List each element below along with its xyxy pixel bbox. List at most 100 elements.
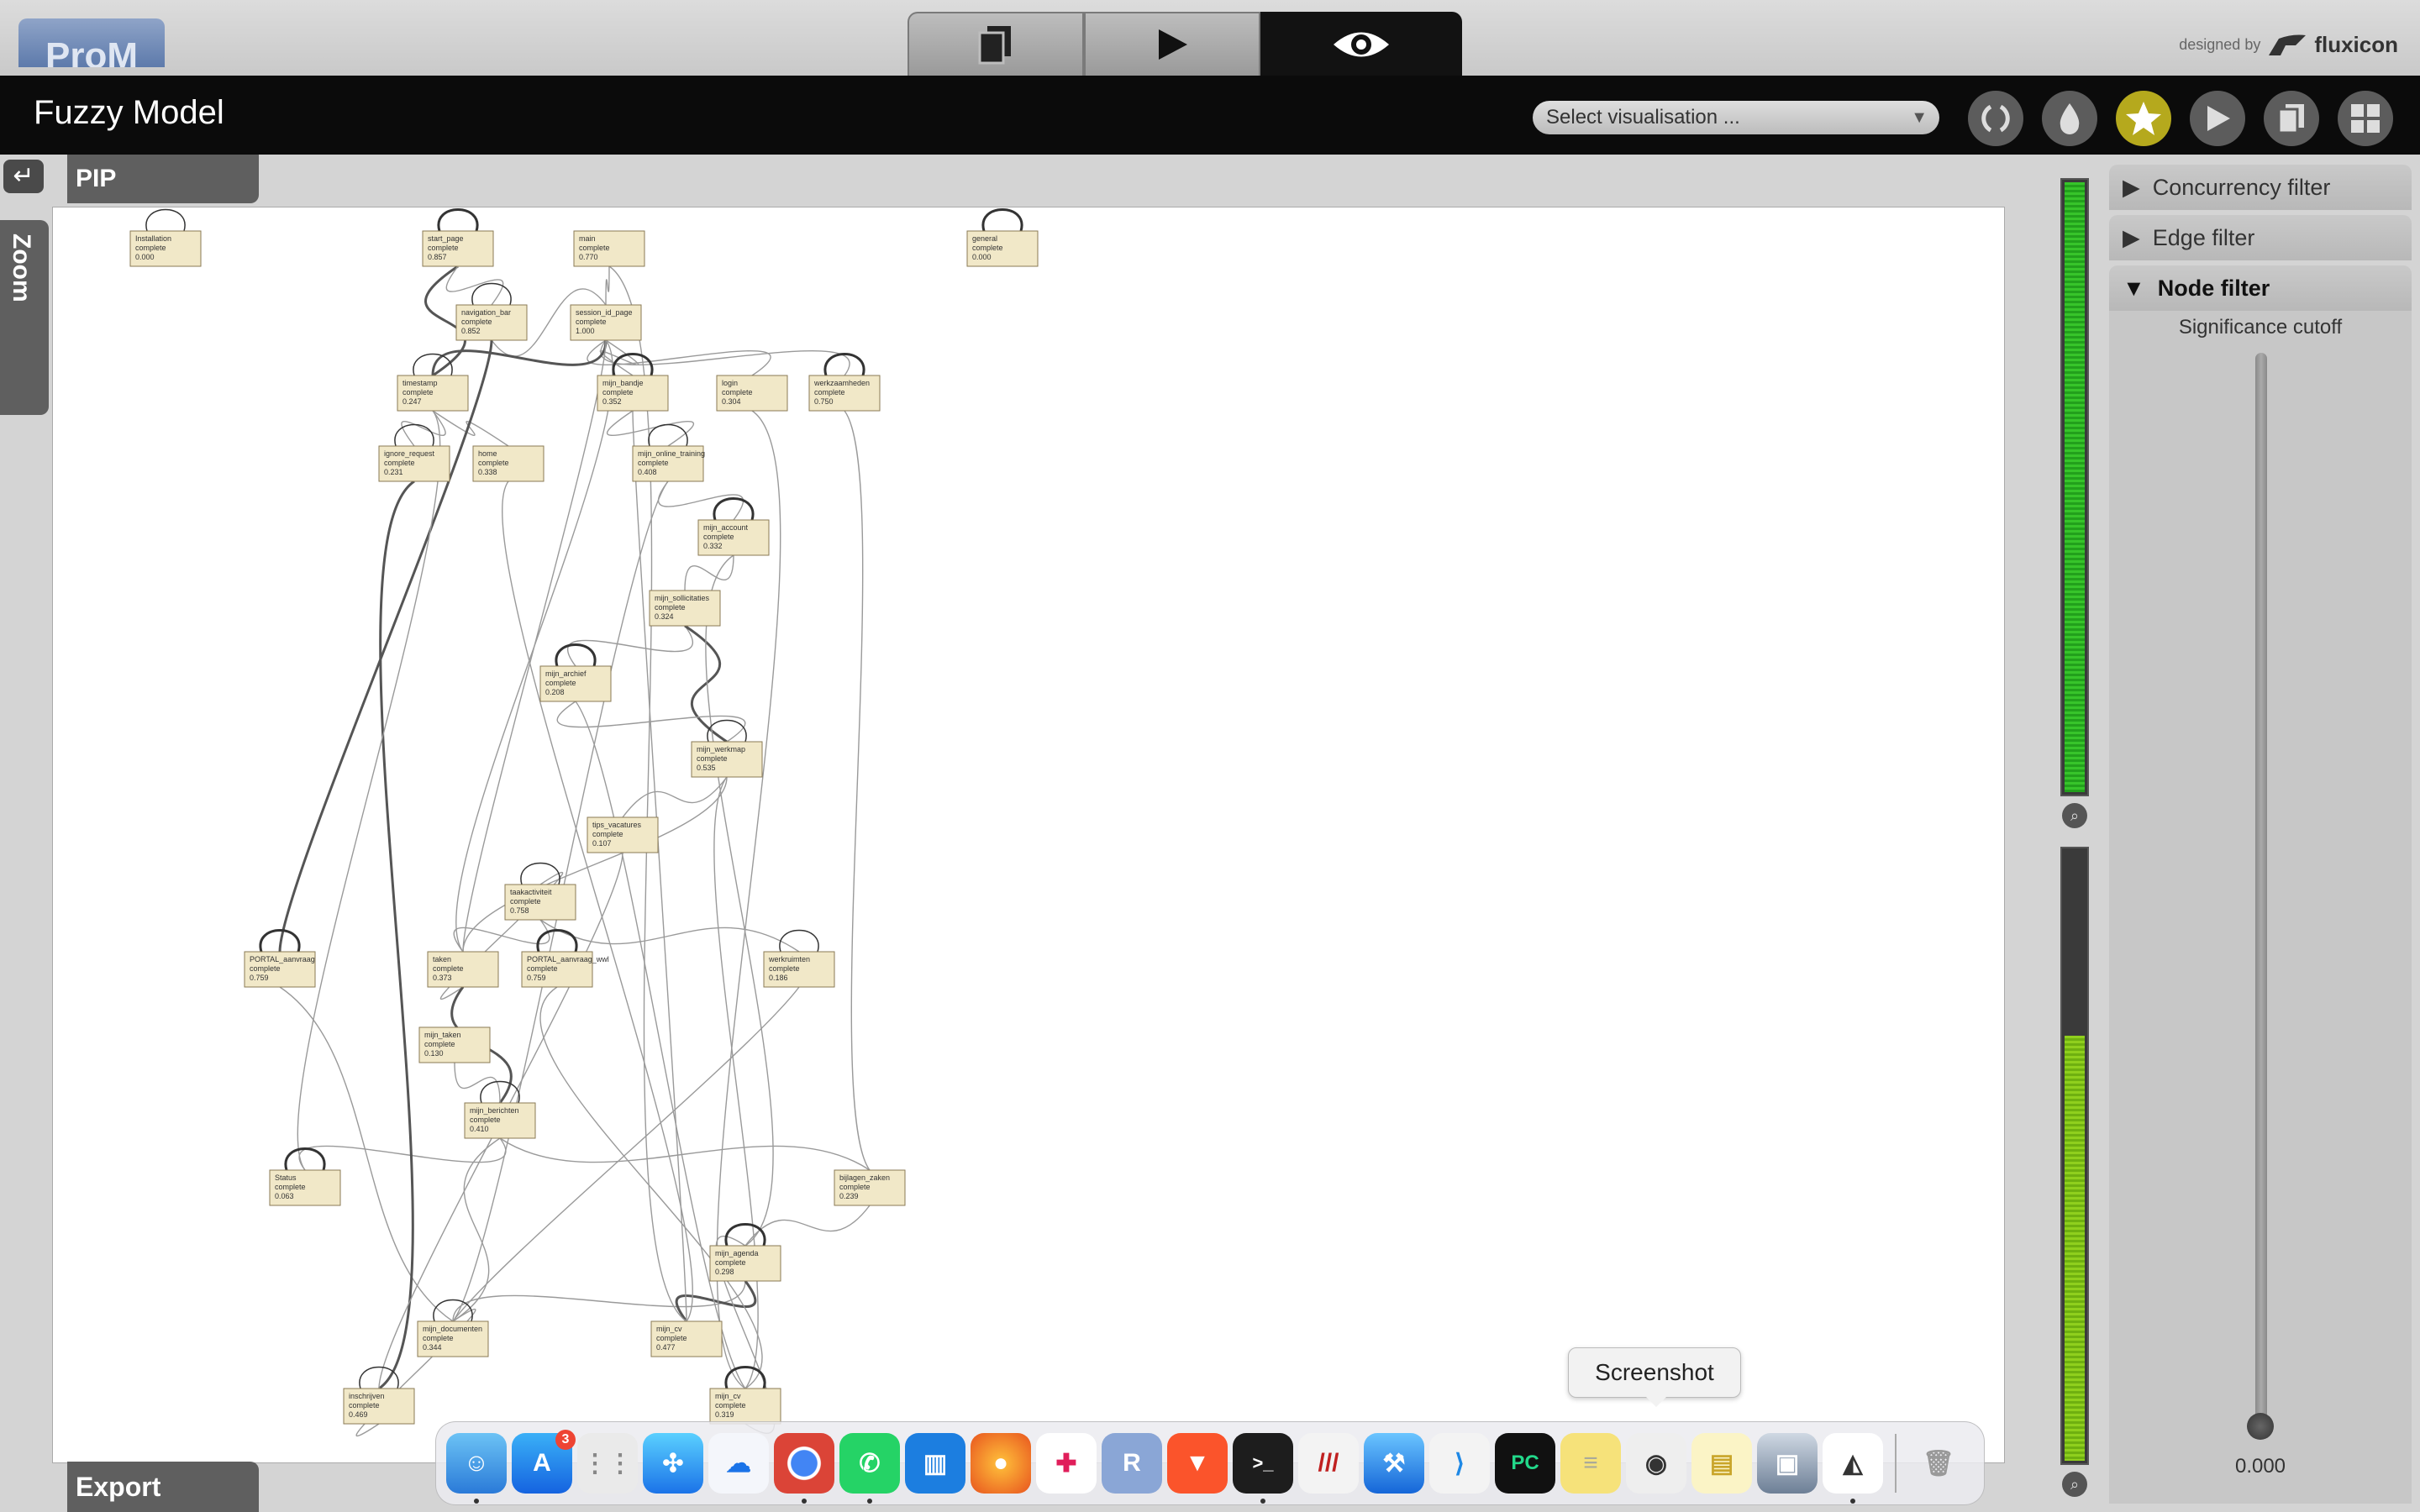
graph-node[interactable]: mijn_sollicitatiescomplete0.324 [649,590,721,627]
node-name: mijn_berichten [470,1106,519,1115]
stickies-icon[interactable]: ≡ [1560,1433,1621,1494]
detail-meter[interactable] [2060,847,2089,1465]
trello-icon[interactable]: ▥ [905,1433,965,1494]
pycharm-icon[interactable]: PC [1495,1433,1555,1494]
graph-node[interactable]: mijn_werkmapcomplete0.535 [691,719,763,778]
zoom-tab[interactable]: Zoom [0,220,49,415]
node-name: mijn_account [703,523,749,532]
fuzzy-model-canvas[interactable]: Installation complete 0.000 start_page compl… [52,207,2005,1463]
significance-slider-track[interactable] [2255,353,2267,1436]
graph-node[interactable]: PORTAL_aanvraagcomplete0.759 [244,929,316,988]
drop-button[interactable] [2042,91,2097,146]
graph-node[interactable]: mijn_cvcomplete0.477 [650,1320,723,1357]
onedrive-icon[interactable]: ☁ [708,1433,769,1494]
graph-node[interactable]: mijn_archiefcomplete0.208 [539,643,612,702]
node-name: ignore_request [384,449,435,458]
back-icon[interactable]: ↵ [3,160,44,193]
concurrency-filter-header[interactable]: ▶ Concurrency filter [2109,165,2412,210]
node-significance: 0.759 [250,974,269,982]
node-significance: 0.324 [655,612,674,621]
graph-node[interactable]: navigation_barcomplete0.852 [455,282,528,341]
terminal-icon[interactable]: >_ [1233,1433,1293,1504]
graph-node[interactable]: Installationcomplete0.000 [129,208,202,267]
pdf-tool-icon[interactable]: /// [1298,1433,1359,1494]
zoom-out-icon[interactable]: ⌕ [2062,1472,2087,1497]
brave-icon[interactable]: ▼ [1167,1433,1228,1494]
self-loop-edge [394,423,434,447]
trash-icon[interactable]: 🗑 [1908,1433,1969,1494]
node-lifecycle: complete [349,1401,380,1410]
whatsapp-icon[interactable]: ✆ [839,1433,900,1504]
safari-icon[interactable]: ✣ [643,1433,703,1494]
slack-icon[interactable]: ✚ [1036,1433,1097,1494]
graph-node[interactable]: homecomplete0.338 [472,445,544,482]
graph-node[interactable]: bijlagen_zakencomplete0.239 [834,1169,906,1206]
abstraction-meter[interactable] [2060,178,2089,796]
graph-node[interactable]: inschrijvencomplete0.469 [343,1366,415,1425]
node-lifecycle: complete [510,897,541,906]
graph-node[interactable]: mijn_takencomplete0.130 [418,1026,491,1063]
node-significance: 0.239 [839,1192,859,1200]
java-app-icon[interactable]: ◭ [1823,1433,1883,1504]
copy-button[interactable] [2264,91,2319,146]
node-lifecycle: complete [697,754,728,763]
graph-node[interactable]: mijn_cvcomplete0.319 [709,1366,781,1425]
node-name: start_page [428,234,464,243]
concurrency-filter-label: Concurrency filter [2152,175,2331,200]
app-store-icon[interactable]: A3 [512,1430,576,1494]
pip-tab[interactable]: PIP [67,155,259,203]
node-lifecycle: complete [769,964,800,973]
graph-node[interactable]: taakactiviteitcomplete0.758 [504,862,576,921]
graph-node[interactable]: mijn_bandjecomplete0.352 [597,353,669,412]
workspace-view-button[interactable] [908,12,1084,76]
chrome-icon[interactable] [774,1433,834,1504]
graph-node[interactable]: werkzaamhedencomplete0.750 [808,353,881,412]
visualize-view-button[interactable] [1260,12,1462,76]
graph-node[interactable]: generalcomplete0.000 [966,208,1039,267]
graph-node[interactable]: Statuscomplete0.063 [269,1147,341,1206]
graph-node[interactable]: mijn_accountcomplete0.332 [697,497,770,556]
graph-node[interactable]: start_pagecomplete0.857 [422,208,494,267]
preview-icon[interactable]: ▣ [1757,1433,1818,1494]
significance-slider-knob[interactable] [2247,1413,2274,1440]
finder-icon[interactable]: ☺ [446,1433,507,1504]
notes-icon[interactable]: ▤ [1691,1433,1752,1494]
graph-node[interactable]: mijn_berichtencomplete0.410 [464,1080,536,1139]
graph-node[interactable]: tips_vacaturescomplete0.107 [587,816,659,853]
node-significance: 0.298 [715,1268,734,1276]
page-title: Fuzzy Model [34,94,224,131]
node-lifecycle: complete [576,318,607,326]
xcode-icon[interactable]: ⚒ [1364,1433,1424,1494]
action-view-button[interactable] [1084,12,1260,76]
node-name: mijn_cv [656,1325,682,1333]
graph-edge [278,339,493,953]
firefox-icon[interactable]: ● [971,1433,1031,1494]
refresh-button[interactable] [1968,91,2023,146]
run-button[interactable] [2190,91,2245,146]
process-graph[interactable]: Installationcomplete0.000start_pagecompl… [53,207,2004,1462]
graph-node[interactable]: takencomplete0.373 [427,951,499,988]
visualisation-select[interactable]: Select visualisation ... ▼ [1533,101,1939,134]
grid-view-button[interactable] [2338,91,2393,146]
graph-node[interactable]: PORTAL_aanvraag_wwlcomplete0.759 [521,929,609,988]
launchpad-icon[interactable]: ⋮⋮ [577,1433,638,1494]
graph-node[interactable]: logincomplete0.304 [716,375,788,412]
export-tab[interactable]: Export [67,1462,259,1512]
graph-node[interactable]: mijn_online_trainingcomplete0.408 [632,423,705,482]
graph-edge [431,339,608,376]
self-loop-edge [536,929,578,953]
edge-filter-header[interactable]: ▶ Edge filter [2109,215,2412,260]
screenshot-icon[interactable]: ◉ [1626,1433,1686,1494]
vscode-icon[interactable]: ⟩ [1429,1433,1490,1494]
graph-node[interactable]: maincomplete0.770 [573,230,645,267]
view-switcher [908,12,1462,76]
graph-edges [278,265,871,1436]
node-filter-header[interactable]: ▼ Node filter [2109,265,2412,311]
graph-node[interactable]: session_id_pagecomplete1.000 [570,304,642,341]
zoom-in-icon[interactable]: ⌕ [2062,803,2087,828]
graph-node[interactable]: mijn_documentencomplete0.344 [417,1299,489,1357]
favorite-button[interactable] [2116,91,2171,146]
graph-node[interactable]: mijn_agendacomplete0.298 [709,1223,781,1282]
r-icon[interactable]: R [1102,1433,1162,1494]
graph-node[interactable]: timestampcomplete0.247 [397,353,469,412]
